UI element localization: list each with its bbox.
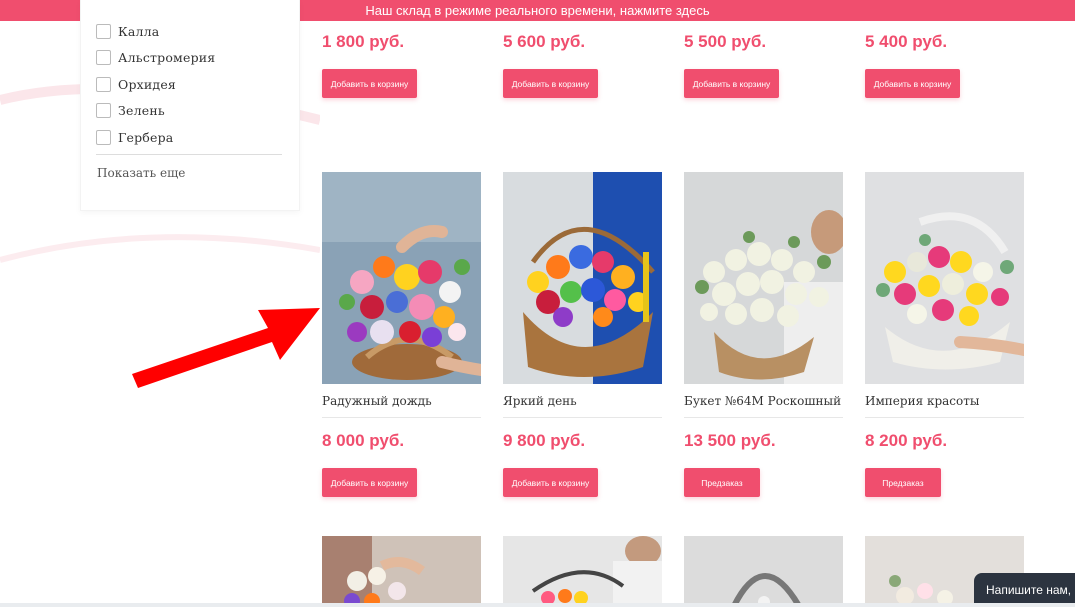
checkbox[interactable] (96, 129, 111, 145)
preorder-button[interactable]: Предзаказ (865, 468, 941, 497)
filter-label: Калла (118, 23, 160, 39)
divider (96, 154, 282, 155)
add-to-cart-button[interactable]: Добавить в корзину (322, 468, 417, 497)
preorder-button[interactable]: Предзаказ (684, 468, 760, 497)
product-image[interactable] (684, 536, 843, 607)
product-price: 5 600 руб. (503, 32, 586, 51)
checkbox[interactable] (96, 49, 111, 65)
filter-label: Гербера (118, 129, 174, 145)
divider (322, 417, 481, 418)
divider (684, 417, 843, 418)
chat-widget-button[interactable]: Напишите нам, мы онлайн! (974, 573, 1075, 607)
filter-label: Зелень (118, 102, 165, 118)
product-name[interactable]: Букет №64М Роскошный (684, 394, 841, 408)
product-name[interactable]: Империя красоты (865, 394, 979, 408)
product-image[interactable] (503, 536, 662, 607)
filter-label: Орхидея (118, 76, 177, 92)
filter-panel: Калла Альстромерия Орхидея Зелень Гербер… (80, 0, 300, 211)
add-to-cart-button[interactable]: Добавить в корзину (322, 69, 417, 98)
checkbox[interactable] (96, 102, 111, 118)
product-price: 8 000 руб. (322, 431, 405, 450)
product-price: 13 500 руб. (684, 431, 776, 450)
filter-kalla[interactable]: Калла (96, 22, 159, 40)
product-image-empire-of-beauty[interactable] (865, 172, 1024, 384)
add-to-cart-button[interactable]: Добавить в корзину (684, 69, 779, 98)
red-arrow-annotation (132, 308, 320, 388)
product-image-bright-day[interactable] (503, 172, 662, 384)
add-to-cart-button[interactable]: Добавить в корзину (503, 468, 598, 497)
show-more-link[interactable]: Показать еще (97, 166, 185, 180)
filter-orchid[interactable]: Орхидея (96, 75, 176, 93)
product-price: 8 200 руб. (865, 431, 948, 450)
product-name[interactable]: Яркий день (503, 394, 577, 408)
page-bottom-strip (0, 603, 1075, 607)
product-price: 5 400 руб. (865, 32, 948, 51)
filter-greenery[interactable]: Зелень (96, 101, 165, 119)
product-image[interactable] (322, 536, 481, 607)
filter-gerbera[interactable]: Гербера (96, 128, 173, 146)
checkbox[interactable] (96, 76, 111, 92)
add-to-cart-button[interactable]: Добавить в корзину (503, 69, 598, 98)
product-price: 5 500 руб. (684, 32, 767, 51)
filter-label: Альстромерия (118, 49, 216, 65)
filter-alstromeria[interactable]: Альстромерия (96, 48, 215, 66)
product-price: 1 800 руб. (322, 32, 405, 51)
add-to-cart-button[interactable]: Добавить в корзину (865, 69, 960, 98)
product-name[interactable]: Радужный дождь (322, 394, 432, 408)
checkbox[interactable] (96, 23, 111, 39)
product-image-rainbow-rain[interactable] (322, 172, 481, 384)
divider (865, 417, 1024, 418)
product-price: 9 800 руб. (503, 431, 586, 450)
product-image-luxury-bouquet[interactable] (684, 172, 843, 384)
divider (503, 417, 662, 418)
